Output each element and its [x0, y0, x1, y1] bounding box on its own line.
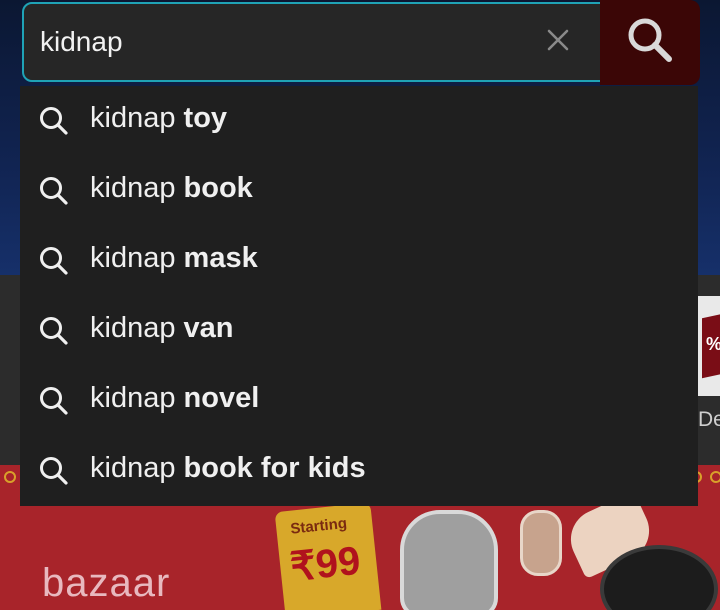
suggestion-text: kidnap mask: [90, 242, 258, 275]
search-icon: [38, 175, 70, 207]
deal-tile-label: De: [698, 408, 720, 431]
suggestion-item[interactable]: kidnap novel: [20, 366, 698, 436]
price-tag: Starting ₹99: [274, 502, 382, 610]
suggestion-text: kidnap book for kids: [90, 452, 366, 485]
suggestion-completion: novel: [183, 382, 260, 414]
deal-tile[interactable]: %: [698, 296, 720, 396]
search-icon: [38, 315, 70, 347]
suggestion-query: kidnap: [90, 312, 176, 344]
search-bar: [22, 2, 612, 82]
watch-image: [520, 510, 562, 576]
close-icon: [547, 29, 569, 56]
search-icon: [38, 245, 70, 277]
handbag-image: [400, 510, 498, 610]
suggestion-query: kidnap: [90, 172, 176, 204]
promo-title: bazaar: [42, 561, 171, 605]
search-input[interactable]: [40, 4, 520, 80]
suggestion-completion: book for kids: [183, 452, 366, 484]
suggestion-query: kidnap: [90, 242, 176, 274]
suggestion-completion: toy: [183, 102, 228, 134]
price-tag-value: ₹99: [288, 538, 363, 590]
suggestion-query: kidnap: [90, 382, 176, 414]
suggestion-text: kidnap book: [90, 172, 253, 205]
suggestion-item[interactable]: kidnap van: [20, 296, 698, 366]
suggestion-item[interactable]: kidnap book for kids: [20, 436, 698, 506]
suggestion-query: kidnap: [90, 102, 176, 134]
suggestion-completion: van: [183, 312, 234, 344]
decor-dot: [4, 471, 16, 483]
suggestion-item[interactable]: kidnap toy: [20, 86, 698, 156]
suggestion-query: kidnap: [90, 452, 176, 484]
suggestion-text: kidnap van: [90, 312, 234, 345]
search-submit-button[interactable]: [600, 0, 700, 85]
suggestion-item[interactable]: kidnap book: [20, 156, 698, 226]
suggestion-completion: book: [183, 172, 253, 204]
discount-percent: %: [706, 334, 720, 355]
decor-dot: [710, 471, 720, 483]
search-suggestions: kidnap toy kidnap book kidnap mask kidna…: [20, 86, 698, 506]
price-tag-label: Starting: [289, 514, 348, 538]
search-icon: [38, 385, 70, 417]
suggestion-text: kidnap toy: [90, 102, 227, 135]
suggestion-text: kidnap novel: [90, 382, 259, 415]
search-icon: [38, 105, 70, 137]
clear-search-button[interactable]: [536, 20, 580, 64]
search-icon: [38, 455, 70, 487]
suggestion-item[interactable]: kidnap mask: [20, 226, 698, 296]
suggestion-completion: mask: [183, 242, 258, 274]
search-icon: [625, 15, 675, 70]
